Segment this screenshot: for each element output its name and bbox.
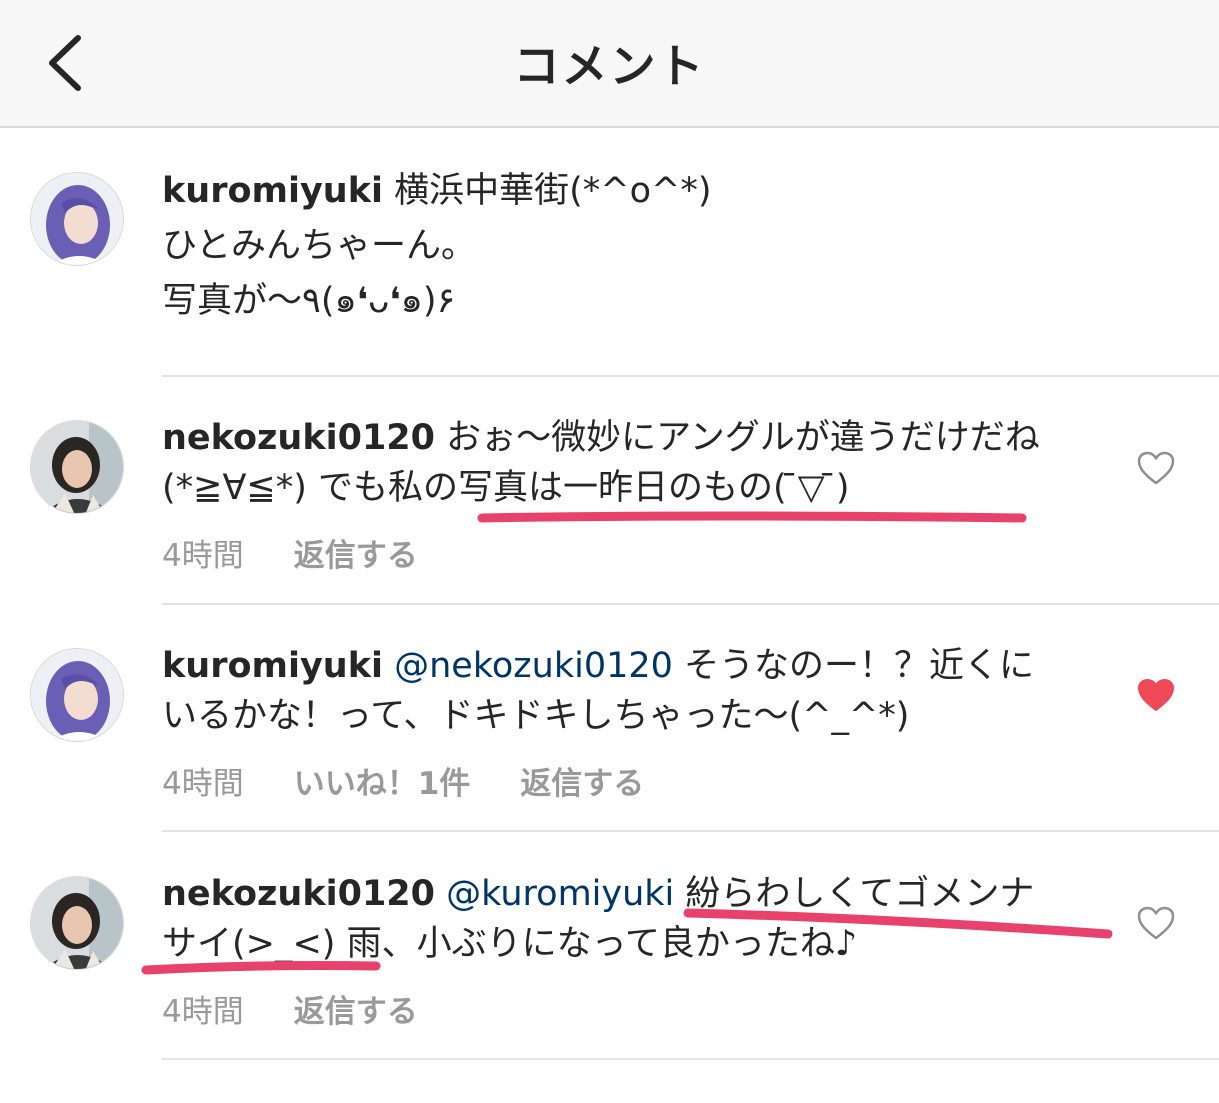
timestamp: 4時間 <box>162 538 244 574</box>
divider <box>162 830 1219 832</box>
divider <box>162 1058 1219 1060</box>
reply-button[interactable]: 返信する <box>520 758 644 803</box>
avatar[interactable] <box>30 420 124 514</box>
comment-meta: 4時間 返信する <box>162 986 468 1031</box>
heart-outline-icon <box>1137 451 1175 485</box>
heart-filled-icon <box>1138 679 1174 711</box>
dark-hair-avatar <box>31 877 123 969</box>
timestamp: 4時間 <box>162 994 244 1030</box>
username-link[interactable]: nekozuki0120 <box>162 874 435 914</box>
comment-body: nekozuki0120 おぉ〜微妙にアングルが違うだけだね(*≧∀≦*) でも… <box>162 413 1062 513</box>
avatar[interactable] <box>30 876 124 970</box>
username-link[interactable]: kuromiyuki <box>162 646 383 686</box>
divider <box>162 603 1219 605</box>
header-bar: コメント <box>0 0 1219 128</box>
like-button[interactable] <box>1136 677 1176 713</box>
avatar[interactable] <box>30 648 124 742</box>
username-link[interactable]: kuromiyuki <box>162 171 383 211</box>
likes-count-button[interactable]: いいね！1件 <box>294 758 471 803</box>
reply-button[interactable]: 返信する <box>294 530 418 575</box>
purple-hair-avatar <box>31 173 123 265</box>
purple-hair-avatar <box>31 649 123 741</box>
avatar[interactable] <box>30 172 124 266</box>
timestamp: 4時間 <box>162 766 244 802</box>
divider <box>162 375 1219 377</box>
reply-button[interactable]: 返信する <box>294 986 418 1031</box>
comment-meta: 4時間 いいね！1件 返信する <box>162 758 694 803</box>
comment-body: kuromiyuki 横浜中華街(*^o^*) ひとみんちゃーん。 写真が〜٩(… <box>162 164 1062 329</box>
mention-link[interactable]: @kuromiyuki <box>446 874 674 914</box>
like-button[interactable] <box>1136 905 1176 941</box>
mention-link[interactable]: @nekozuki0120 <box>394 646 673 686</box>
comment-body: nekozuki0120 @kuromiyuki 紛らわしくてゴメンナサイ(>_… <box>162 869 1062 969</box>
dark-hair-avatar <box>31 421 123 513</box>
page-title: コメント <box>513 39 706 93</box>
comment-body: kuromiyuki @nekozuki0120 そうなのー！？近くにいるかな！… <box>162 641 1062 741</box>
comment-meta: 4時間 返信する <box>162 530 468 575</box>
like-button[interactable] <box>1136 450 1176 486</box>
heart-outline-icon <box>1137 906 1175 940</box>
username-link[interactable]: nekozuki0120 <box>162 418 435 458</box>
